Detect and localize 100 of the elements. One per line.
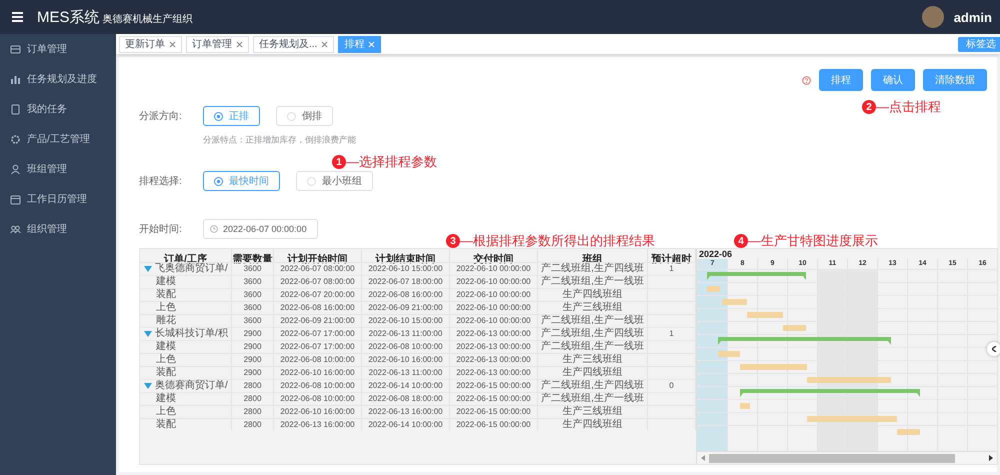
table-cell: 2022-06-13 00:00:00 [450, 353, 538, 366]
table-cell: 2900 [232, 366, 274, 379]
collapse-handle[interactable] [987, 342, 1000, 356]
sidebar-item[interactable]: 组织管理 [0, 214, 116, 244]
process-cell: 建模 [140, 275, 232, 288]
clock-icon [210, 225, 218, 233]
table-cell: 3600 [232, 301, 274, 314]
menu-icon[interactable] [12, 12, 23, 22]
process-cell: 上色 [140, 405, 232, 418]
table-cell: 生产三线班组 [538, 405, 648, 418]
table-cell: 产二线班组,生产四线班 [538, 327, 648, 340]
process-cell: 装配 [140, 288, 232, 301]
field-label: 排程选择: [139, 174, 183, 188]
sidebar-item[interactable]: 工作日历管理 [0, 184, 116, 214]
table-cell: 2022-06-08 18:00:00 [362, 392, 450, 405]
task-bar [707, 286, 720, 292]
process-cell: 建模 [140, 392, 232, 405]
sidebar-item[interactable]: 订单管理 [0, 34, 116, 64]
table-cell: 2022-06-08 10:00:00 [274, 353, 362, 366]
table-cell: 2900 [232, 340, 274, 353]
horizontal-scrollbar[interactable] [697, 451, 997, 464]
task-bar [783, 325, 806, 331]
table-cell: 1 [648, 262, 696, 275]
annotation-text: —根据排程参数所得出的排程结果 [460, 232, 655, 250]
order-cell[interactable]: 奥德赛商贸订单/ [140, 379, 232, 392]
step-number-badge: 2 [862, 100, 876, 114]
date-time-field[interactable]: 2022-06-07 00:00:00 [203, 219, 318, 239]
task-bar [740, 364, 807, 370]
table-cell: 2022-06-13 16:00:00 [362, 405, 450, 418]
table-cell: 2022-06-07 08:00:00 [274, 275, 362, 288]
process-cell: 上色 [140, 301, 232, 314]
people-icon [10, 224, 21, 234]
close-icon[interactable] [169, 40, 176, 48]
sidebar-item[interactable]: 任务规划及进度 [0, 64, 116, 94]
table-cell: 2022-06-07 17:00:00 [274, 327, 362, 340]
tab[interactable]: 更新订单 [119, 36, 182, 52]
order-cell[interactable]: 长城科技订单/积 [140, 327, 232, 340]
table-cell: 1 [648, 327, 696, 340]
order-cell[interactable]: 飞奥德商贸订单/ [140, 262, 232, 275]
table-cell: 2022-06-08 16:00:00 [362, 288, 450, 301]
table-cell: 2022-06-09 21:00:00 [274, 314, 362, 327]
table-cell: 2022-06-10 00:00:00 [450, 288, 538, 301]
radio-checked-icon [214, 176, 223, 186]
task-bar [897, 429, 920, 435]
table-cell: 2800 [232, 392, 274, 405]
table-cell: 2022-06-13 00:00:00 [450, 327, 538, 340]
expand-triangle-icon[interactable] [144, 382, 152, 390]
table-cell: 3600 [232, 262, 274, 275]
task-bar [718, 351, 740, 357]
calendar-icon [10, 194, 21, 204]
table-cell: 2022-06-08 10:00:00 [274, 379, 362, 392]
process-cell: 雕花 [140, 314, 232, 327]
sidebar-item[interactable]: 产品/工艺管理 [0, 124, 116, 154]
table-cell: 2022-06-15 00:00:00 [450, 418, 538, 431]
close-icon[interactable] [321, 40, 328, 48]
table-cell: 2022-06-15 00:00:00 [450, 379, 538, 392]
tab[interactable]: 订单管理 [186, 36, 249, 52]
step-number-badge: 1 [332, 155, 346, 169]
field-label: 分派方向: [139, 110, 183, 123]
table-cell: 2022-06-07 20:00:00 [274, 288, 362, 301]
annotation-text: —选择排程参数 [346, 153, 437, 171]
radio-unchecked-icon [307, 176, 316, 186]
table-cell: 2022-06-07 08:00:00 [274, 262, 362, 275]
person-icon [10, 164, 21, 174]
help-icon[interactable] [802, 76, 811, 84]
sidebar-item[interactable]: 我的任务 [0, 94, 116, 124]
user-name[interactable]: admin [954, 10, 992, 24]
table-cell: 2022-06-14 10:00:00 [362, 418, 450, 431]
tab[interactable]: 任务规划及... [253, 36, 334, 52]
table-cell: 2022-06-10 15:00:00 [362, 314, 450, 327]
table-cell: 产二线班组,生产一线班 [538, 392, 648, 405]
process-cell: 装配 [140, 366, 232, 379]
chevron-left-icon [992, 346, 996, 352]
step-number-badge: 4 [734, 234, 748, 248]
table-cell: 2022-06-10 16:00:00 [362, 353, 450, 366]
table-cell: 2022-06-10 00:00:00 [450, 314, 538, 327]
close-icon[interactable] [236, 40, 243, 48]
scroll-right-icon [989, 455, 993, 461]
user-avatar[interactable] [922, 6, 944, 28]
sidebar-item[interactable]: 班组管理 [0, 154, 116, 184]
expand-triangle-icon[interactable] [144, 265, 152, 273]
table-cell: 2022-06-13 11:00:00 [362, 366, 450, 379]
table-cell: 2022-06-08 10:00:00 [274, 392, 362, 405]
table-cell: 2900 [232, 327, 274, 340]
table-cell: 产二线班组,生产一线班 [538, 340, 648, 353]
table-cell: 2900 [232, 353, 274, 366]
radio-option[interactable]: 倒排 [276, 106, 333, 126]
field-label: 开始时间: [139, 222, 183, 236]
radio-option[interactable]: 最小班组 [296, 171, 373, 191]
table-cell: 2022-06-15 00:00:00 [450, 392, 538, 405]
month-label: 2022-06 [699, 249, 732, 259]
table-cell: 2022-06-08 10:00:00 [362, 340, 450, 353]
task-bar [747, 312, 784, 318]
table-cell: 2022-06-10 16:00:00 [274, 405, 362, 418]
app-title: MES系统 [37, 8, 100, 26]
table-cell: 2022-06-14 10:00:00 [362, 379, 450, 392]
expand-triangle-icon[interactable] [144, 330, 152, 338]
table-cell: 2022-06-10 00:00:00 [450, 301, 538, 314]
radio-unchecked-icon [287, 112, 296, 120]
table-cell: 产二线班组,生产四线班 [538, 262, 648, 275]
